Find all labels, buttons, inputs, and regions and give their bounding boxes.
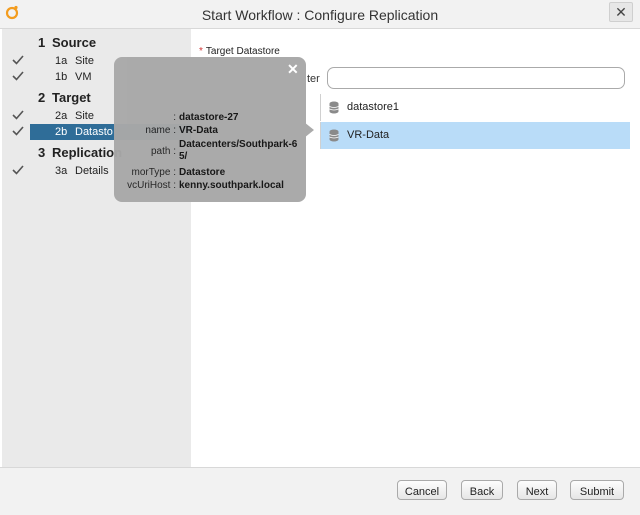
step-label: Target (52, 90, 91, 105)
checkmark-icon (12, 165, 24, 175)
step-label: Replication (52, 145, 123, 160)
back-button[interactable]: Back (461, 480, 503, 500)
database-icon (329, 129, 339, 142)
checkmark-icon (12, 71, 24, 81)
target-datastore-label-text: Target Datastore (205, 46, 280, 57)
cancel-button[interactable]: Cancel (397, 480, 447, 500)
step-label: Site (75, 110, 94, 122)
close-icon: ✕ (615, 4, 627, 20)
step-label: Datasto (75, 126, 113, 138)
window-close-button[interactable]: ✕ (609, 2, 633, 22)
dialog-footer: Cancel Back Next Submit (0, 467, 640, 515)
checkmark-icon (12, 55, 24, 65)
tooltip-value-id: datastore-27 (179, 112, 239, 123)
datastore-list: datastore1 VR-Data (320, 94, 630, 150)
tooltip-key-id: : (173, 112, 176, 123)
step-number: 1 (38, 35, 46, 50)
tooltip-key-name: name : (145, 125, 176, 136)
filter-input[interactable] (327, 67, 625, 89)
step-source[interactable]: 1 Source (2, 35, 191, 51)
checkmark-icon (12, 110, 24, 120)
step-label: Site (75, 55, 94, 67)
step-number: 3 (38, 145, 46, 160)
next-button[interactable]: Next (517, 480, 557, 500)
step-number: 2a (55, 110, 68, 122)
required-mark: * (199, 46, 203, 57)
target-datastore-label: * Target Datastore (199, 46, 280, 57)
datastore-name: datastore1 (347, 101, 399, 113)
tooltip-value-vcurihost: kenny.southpark.local (179, 180, 284, 191)
step-label: Source (52, 35, 97, 50)
step-number: 1a (55, 55, 68, 67)
datastore-row-selected[interactable]: VR-Data (320, 122, 630, 149)
step-number: 2 (38, 90, 46, 105)
tooltip-value-path: Datacenters/Southpark-65/ (179, 139, 298, 162)
checkmark-icon (12, 126, 24, 136)
datastore-name: VR-Data (347, 129, 390, 141)
tooltip-value-mortype: Datastore (179, 167, 226, 178)
close-icon: ✕ (287, 61, 299, 77)
tooltip-arrow (304, 122, 314, 138)
database-icon (329, 101, 339, 114)
filter-label: ter (307, 73, 320, 85)
tooltip-key-mortype: morType : (131, 167, 176, 178)
tooltip-key-vcurihost: vcUriHost : (127, 180, 176, 191)
datastore-row[interactable]: datastore1 (320, 94, 630, 121)
window-title: Start Workflow : Configure Replication (201, 7, 439, 23)
step-number: 3a (55, 165, 68, 177)
title-bar: Start Workflow : Configure Replication ✕ (0, 0, 640, 29)
tooltip-key-path: path : (150, 146, 176, 157)
submit-button[interactable]: Submit (570, 480, 624, 500)
step-number: 2b (55, 126, 68, 138)
step-label: VM (75, 71, 92, 83)
tooltip-value-name: VR-Data (179, 125, 218, 136)
datastore-tooltip: ✕ : datastore-27 name : VR-Data path : D… (114, 57, 314, 202)
tooltip-close-button[interactable]: ✕ (287, 61, 299, 78)
step-number: 1b (55, 71, 68, 83)
step-label: Details (75, 165, 109, 177)
